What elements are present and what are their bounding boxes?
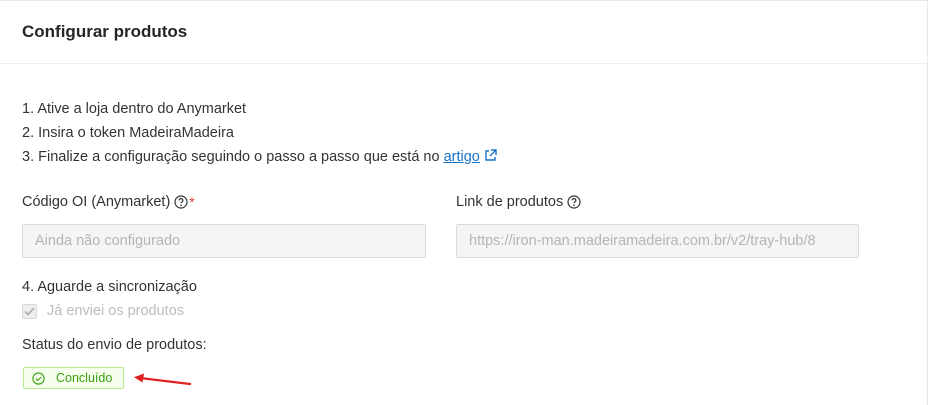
- help-circle-icon[interactable]: [567, 195, 581, 209]
- products-sent-checkbox[interactable]: [22, 303, 37, 319]
- step-3-text: 3. Finalize a configuração seguindo o pa…: [22, 149, 444, 165]
- card-header: Configurar produtos: [0, 1, 927, 64]
- codigo-oi-label: Código OI (Anymarket): [22, 194, 171, 210]
- step-1: 1. Ative a loja dentro do Anymarket: [22, 101, 247, 117]
- required-mark: *: [189, 194, 195, 210]
- sync-step-title: 4. Aguarde a sincronização: [22, 279, 197, 295]
- instructions-list: 1. Ative a loja dentro do Anymarket 2. I…: [22, 97, 497, 169]
- step-2: 2. Insira o token MadeiraMadeira: [22, 125, 234, 141]
- status-label: Status do envio de produtos:: [22, 337, 207, 353]
- status-badge-text: Concluído: [56, 371, 113, 385]
- product-link-label: Link de produtos: [456, 194, 564, 210]
- annotation-arrow-icon: [134, 373, 192, 386]
- step-3: 3. Finalize a configuração seguindo o pa…: [22, 145, 497, 169]
- status-badge: Concluído: [23, 367, 124, 389]
- codigo-oi-field: Código OI (Anymarket) * Ainda não config…: [22, 192, 426, 258]
- external-link-icon[interactable]: [484, 146, 497, 161]
- product-link-field: Link de produtos https://iron-man.madeir…: [456, 192, 859, 258]
- products-sent-checkbox-row: Já enviei os produtos: [22, 303, 184, 319]
- check-circle-icon: [32, 371, 45, 385]
- configure-products-card: Configurar produtos 1. Ative a loja dent…: [0, 0, 928, 405]
- product-link-input[interactable]: https://iron-man.madeiramadeira.com.br/v…: [456, 224, 859, 258]
- page-title: Configurar produtos: [22, 22, 188, 41]
- article-link[interactable]: artigo: [444, 149, 480, 165]
- help-circle-icon[interactable]: [174, 195, 188, 209]
- codigo-oi-input[interactable]: Ainda não configurado: [22, 224, 426, 258]
- products-sent-label: Já enviei os produtos: [47, 303, 185, 319]
